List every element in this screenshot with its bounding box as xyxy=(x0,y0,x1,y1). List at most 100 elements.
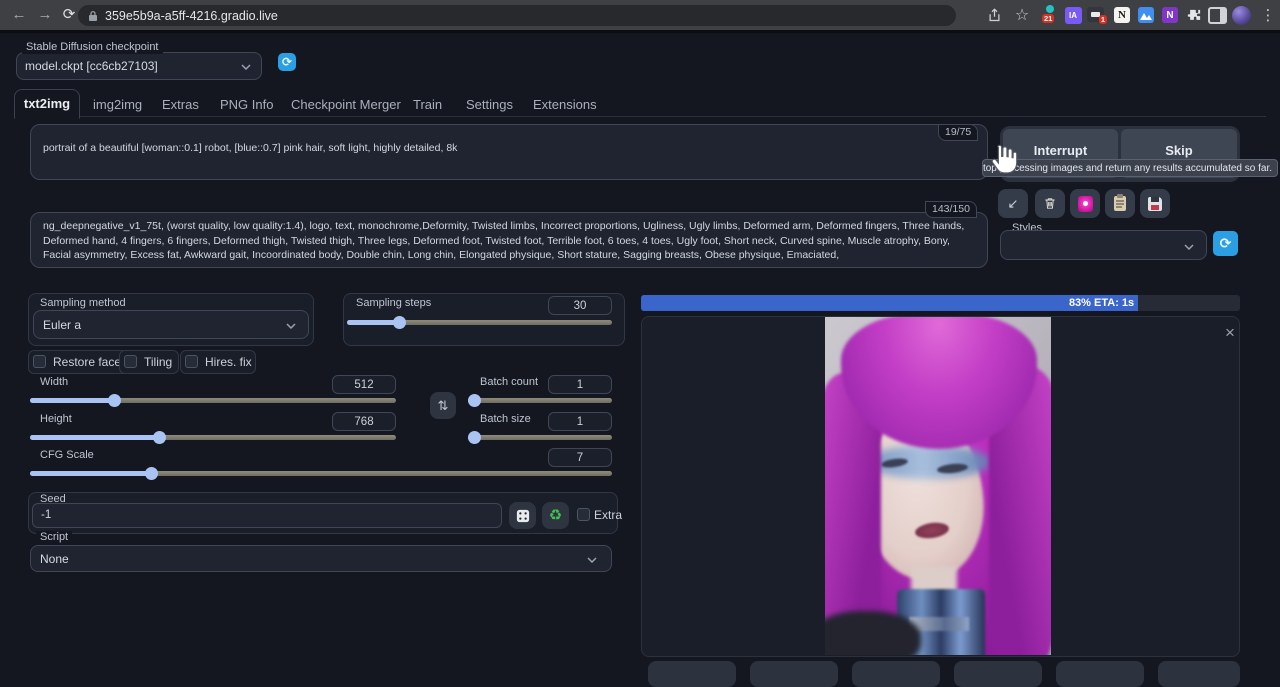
generated-image-preview[interactable] xyxy=(825,317,1051,655)
extensions-puzzle-icon[interactable] xyxy=(1184,5,1204,25)
tab-extras[interactable]: Extras xyxy=(162,96,199,114)
sidebar-panel-icon[interactable] xyxy=(1207,5,1227,25)
cfg-scale-slider[interactable] xyxy=(30,471,612,476)
hires-fix-checkbox[interactable] xyxy=(185,355,198,368)
prompt-input[interactable]: portrait of a beautiful [woman::0.1] rob… xyxy=(30,124,988,180)
gallery-action-button[interactable] xyxy=(750,661,838,687)
lock-icon xyxy=(88,10,98,22)
style-apply-button[interactable] xyxy=(1070,189,1100,218)
script-value: None xyxy=(40,552,69,566)
hires-fix-label: Hires. fix xyxy=(205,355,252,369)
negative-prompt-input[interactable]: ng_deepnegative_v1_75t, (worst quality, … xyxy=(30,212,988,268)
tab-txt2img[interactable]: txt2img xyxy=(14,89,80,119)
tab-png-info[interactable]: PNG Info xyxy=(220,96,273,114)
tab-settings[interactable]: Settings xyxy=(466,96,513,114)
clipboard-line2 xyxy=(1116,203,1124,205)
slider-knob[interactable] xyxy=(393,316,406,329)
extension-notion-icon[interactable]: N xyxy=(1112,5,1132,25)
random-seed-button[interactable] xyxy=(509,502,536,529)
style-card-dot xyxy=(1083,201,1088,206)
copy-style-button[interactable] xyxy=(1105,189,1135,218)
width-slider[interactable] xyxy=(30,398,396,403)
menu-kebab-icon[interactable]: ⋮ xyxy=(1258,5,1278,25)
refresh-icon: ⟳ xyxy=(282,55,292,69)
batch-size-slider[interactable] xyxy=(468,435,612,440)
slider-knob[interactable] xyxy=(468,431,481,444)
slider-knob[interactable] xyxy=(145,467,158,480)
slider-knob[interactable] xyxy=(108,394,121,407)
share-icon[interactable] xyxy=(984,5,1004,25)
styles-dropdown[interactable] xyxy=(1000,230,1207,260)
width-value[interactable]: 512 xyxy=(332,375,396,394)
height-value[interactable]: 768 xyxy=(332,412,396,431)
sampling-steps-slider[interactable] xyxy=(347,320,612,325)
chevron-down-icon xyxy=(241,64,251,70)
batch-size-value[interactable]: 1 xyxy=(548,412,612,431)
restore-faces-checkbox[interactable] xyxy=(33,355,46,368)
gallery-action-button[interactable] xyxy=(1056,661,1144,687)
gallery-action-button[interactable] xyxy=(954,661,1042,687)
gallery-action-button[interactable] xyxy=(852,661,940,687)
slider-knob[interactable] xyxy=(468,394,481,407)
batch-count-value[interactable]: 1 xyxy=(548,375,612,394)
forward-icon[interactable]: → xyxy=(34,4,56,26)
teal-dot-icon xyxy=(1046,5,1054,13)
height-label: Height xyxy=(36,413,76,426)
extension-onenote-icon[interactable]: N xyxy=(1160,5,1180,25)
checkpoint-dropdown[interactable]: model.ckpt [cc6cb27103] xyxy=(16,52,262,80)
progress-text: 83% ETA: 1s xyxy=(1069,297,1134,309)
checkpoint-refresh-button[interactable]: ⟳ xyxy=(278,53,296,71)
share-arrow-icon xyxy=(987,8,1002,23)
tab-underline xyxy=(14,116,1266,117)
seed-extra-label: Extra xyxy=(594,508,622,522)
notion-glyph: N xyxy=(1114,7,1130,23)
extension-image-icon[interactable] xyxy=(1136,5,1156,25)
tiling-checkbox[interactable] xyxy=(124,355,137,368)
batch-count-number: 1 xyxy=(577,379,583,391)
sidebar-glyph-fill xyxy=(1220,9,1225,22)
cfg-scale-value[interactable]: 7 xyxy=(548,448,612,467)
address-bar[interactable]: 359e5b9a-a5ff-4216.gradio.live xyxy=(78,5,956,26)
reuse-seed-button[interactable]: ♻ xyxy=(542,502,569,529)
clear-prompt-button[interactable] xyxy=(1035,189,1065,218)
sampling-method-dropdown[interactable]: Euler a xyxy=(33,310,309,339)
style-card-icon xyxy=(1078,196,1093,212)
height-slider[interactable] xyxy=(30,435,396,440)
slider-fill xyxy=(30,471,152,476)
gallery-action-button[interactable] xyxy=(648,661,736,687)
dice-icon xyxy=(516,509,530,523)
tab-checkpoint-merger[interactable]: Checkpoint Merger xyxy=(291,96,401,114)
paste-params-button[interactable]: ↙ xyxy=(998,189,1028,218)
trash-icon xyxy=(1043,196,1057,211)
swap-dimensions-button[interactable]: ⇅ xyxy=(430,392,456,419)
seed-input[interactable]: -1 xyxy=(32,503,502,528)
sampling-method-value: Euler a xyxy=(43,318,81,332)
seed-value: -1 xyxy=(41,509,51,521)
slider-knob[interactable] xyxy=(153,431,166,444)
batch-count-slider[interactable] xyxy=(468,398,612,403)
tab-extensions[interactable]: Extensions xyxy=(533,96,597,114)
bookmark-star-icon[interactable]: ☆ xyxy=(1012,5,1032,25)
ia-glyph: IA xyxy=(1065,7,1082,24)
back-icon[interactable]: ← xyxy=(8,4,30,26)
script-dropdown[interactable]: None xyxy=(30,545,612,572)
extension-ia-icon[interactable]: IA xyxy=(1063,5,1083,25)
extension-pin-icon[interactable]: 21 xyxy=(1040,5,1060,25)
styles-refresh-button[interactable]: ⟳ xyxy=(1213,231,1238,256)
reload-icon[interactable]: ⟳ xyxy=(58,4,80,26)
gallery-action-button[interactable] xyxy=(1158,661,1240,687)
tab-img2img[interactable]: img2img xyxy=(93,96,142,114)
capture-wrap: 1 xyxy=(1087,7,1105,24)
seed-extra-checkbox[interactable] xyxy=(577,508,590,521)
extension-capture-icon[interactable]: 1 xyxy=(1086,5,1106,25)
save-style-button[interactable] xyxy=(1140,189,1170,218)
negative-token-counter: 143/150 xyxy=(925,201,977,218)
sampling-method-label: Sampling method xyxy=(36,297,130,310)
arrow-down-left-icon: ↙ xyxy=(1008,196,1019,212)
sampling-steps-value[interactable]: 30 xyxy=(548,296,612,315)
close-icon[interactable]: × xyxy=(1221,324,1239,342)
sidebar-glyph xyxy=(1208,7,1227,24)
avatar[interactable] xyxy=(1231,5,1251,25)
tab-train[interactable]: Train xyxy=(413,96,442,114)
restore-faces-label: Restore faces xyxy=(53,355,127,369)
